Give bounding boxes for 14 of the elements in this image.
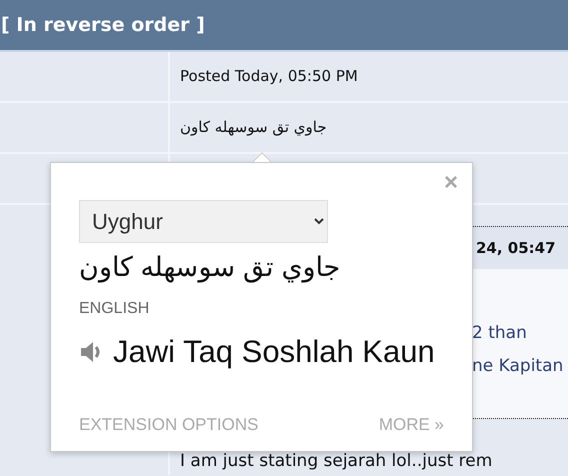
post-text: جاوي تق سوسهله كاون [180,117,327,138]
language-select[interactable]: Uyghur [79,200,328,243]
post-date: 24, 05:47 [476,238,556,259]
translation-text: Jawi Taq Soshlah Kaun [113,333,435,371]
close-button[interactable]: × [444,171,458,195]
quote-text: 2 than [472,323,527,343]
quote-text: ne Kapitan [472,356,564,376]
popup-link[interactable]: MORE » [378,412,444,437]
post-date: Posted Today, 05:50 PM [180,66,358,88]
target-language-label: ENGLISH [79,300,150,317]
source-text: جاوي تق سوسهله كاون [79,252,341,282]
section-title: [ In reverse order ] [1,12,205,38]
post-text: I am just stating sejarah lol..just rem [180,451,492,471]
popup-link[interactable]: EXTENSION OPTIONS [79,412,258,437]
